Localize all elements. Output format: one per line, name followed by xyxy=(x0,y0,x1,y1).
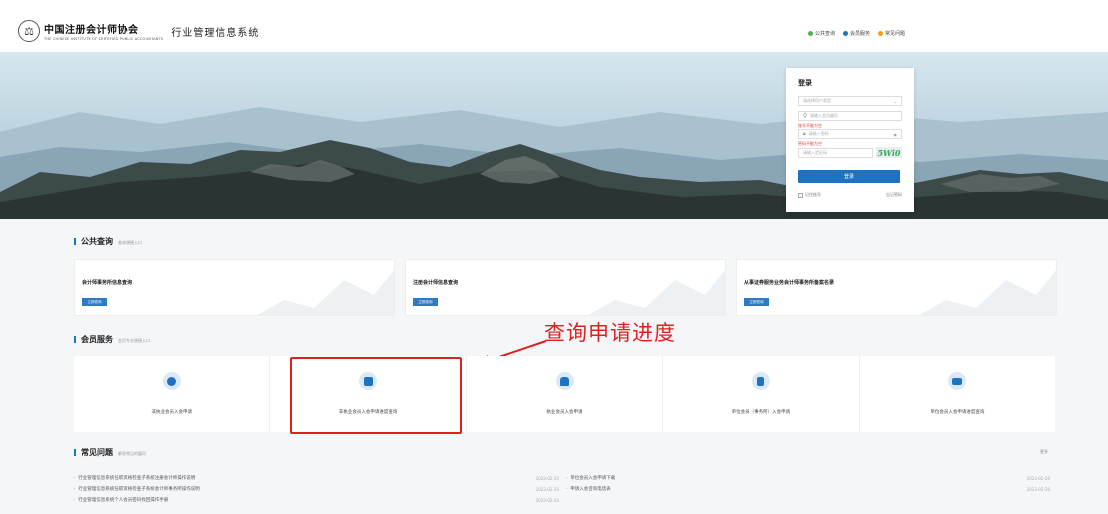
mountain-banner xyxy=(0,52,1108,219)
public-query-heading: 公共查询 查询便捷入口 xyxy=(74,236,142,247)
lock-icon: 🔒︎ xyxy=(803,131,806,137)
annotation-text: 查询申请进度 xyxy=(544,321,676,345)
query-securities-button[interactable]: 立即查询 xyxy=(744,298,769,306)
logo-chinese-name: 中国注册会计师协会 xyxy=(44,25,139,36)
file-icon xyxy=(751,372,770,390)
highlight-box xyxy=(290,357,462,434)
service-nonpractice-apply[interactable]: 非执业会员入会申请 xyxy=(74,356,271,432)
service-practice-apply[interactable]: 执业会员入会申请 xyxy=(467,356,664,432)
header: ⚖ 中国注册会计师协会 THE CHINESE INSTITUTE OF CER… xyxy=(0,0,1108,52)
top-nav: 公共查询 会员服务 常见问题 xyxy=(808,30,905,37)
member-service-list: 非执业会员入会申请 非执业会员入会申请进度查询 执业会员入会申请 单位会员（事务… xyxy=(74,356,1055,432)
faq-heading: 常见问题 解答常见的疑问 xyxy=(74,447,146,458)
faq-list-left: · 行业管理信息系统任职资格检查子系统注册会计师操作说明 2023-02-20 … xyxy=(74,473,559,506)
login-button[interactable]: 登录 xyxy=(798,170,900,183)
password-error: 密码不能为空 xyxy=(798,141,822,146)
logo-english-name: THE CHINESE INSTITUTE OF CERTIFIED PUBLI… xyxy=(44,37,164,41)
faq-list-right: · 单位会员入会申请下载 2023-02-20 · 申请入会咨询电话表 2023… xyxy=(566,473,1050,495)
faq-item[interactable]: · 单位会员入会申请下载 2023-02-20 xyxy=(566,473,1050,484)
service-firm-apply[interactable]: 单位会员（事务所）入会申请 xyxy=(663,356,860,432)
person-icon xyxy=(162,372,181,390)
page: ⚖ 中国注册会计师协会 THE CHINESE INSTITUTE OF CER… xyxy=(0,0,1108,514)
query-firm-button[interactable]: 立即查询 xyxy=(82,298,107,306)
login-panel: 登录 请选择用户类型 ⌄ ⛭ 请输入会员编号 账号不能为空 🔒︎ 请输入密码 ◉… xyxy=(786,68,914,212)
member-no-error: 账号不能为空 xyxy=(798,123,822,128)
query-card-firm: 会计师事务所信息查询 立即查询 xyxy=(74,259,395,316)
query-card-securities: 从事证券服务业务会计师事务所备案名录 立即查询 xyxy=(736,259,1057,316)
member-service-icon xyxy=(843,31,849,36)
users-icon xyxy=(555,372,574,390)
faq-more-link[interactable]: 更多 xyxy=(1040,449,1048,455)
id-card-icon xyxy=(948,372,967,390)
chevron-down-icon: ⌄ xyxy=(893,98,897,104)
faq-item[interactable]: · 行业管理信息系统个人会员密码找回操作手册 2023-02-20 xyxy=(74,495,559,506)
captcha-image[interactable]: 5Wi0 xyxy=(876,147,902,158)
cicpa-emblem-icon: ⚖ xyxy=(18,20,40,42)
member-no-input[interactable]: ⛭ 请输入会员编号 xyxy=(798,111,902,121)
user-type-select[interactable]: 请选择用户类型 ⌄ xyxy=(798,96,902,106)
faq-item[interactable]: · 行业管理信息系统任职资格检查子系统会计师事务所操作说明 2023-02-20 xyxy=(74,484,559,495)
login-title: 登录 xyxy=(798,79,812,87)
faq-icon xyxy=(878,31,884,36)
query-cpa-button[interactable]: 立即查询 xyxy=(413,298,438,306)
forgot-password-link[interactable]: 忘记密码 xyxy=(886,192,902,198)
captcha-input[interactable]: 请输入验证码 xyxy=(798,147,873,158)
checkbox-icon xyxy=(798,192,803,198)
eye-icon[interactable]: ◉ xyxy=(894,132,898,137)
faq-item[interactable]: · 申请入会咨询电话表 2023-02-20 xyxy=(566,484,1050,495)
nav-public-query[interactable]: 公共查询 xyxy=(808,30,835,37)
member-service-heading: 会员服务 会员专业便捷入口 xyxy=(74,334,150,345)
user-icon: ⛭ xyxy=(803,113,808,119)
system-title: 行业管理信息系统 xyxy=(171,27,260,39)
nav-member-service[interactable]: 会员服务 xyxy=(843,30,870,37)
query-card-cpa: 注册会计师信息查询 立即查询 xyxy=(405,259,726,316)
service-firm-progress[interactable]: 单位会员入会申请进度查询 xyxy=(860,356,1055,432)
public-query-icon xyxy=(808,31,813,36)
logo[interactable]: ⚖ 中国注册会计师协会 THE CHINESE INSTITUTE OF CER… xyxy=(18,20,259,42)
nav-faq[interactable]: 常见问题 xyxy=(878,30,905,37)
password-input[interactable]: 🔒︎ 请输入密码 ◉ xyxy=(798,129,902,139)
faq-item[interactable]: · 行业管理信息系统任职资格检查子系统注册会计师操作说明 2023-02-20 xyxy=(74,473,559,484)
remember-account[interactable]: 记住账号 xyxy=(798,192,821,198)
